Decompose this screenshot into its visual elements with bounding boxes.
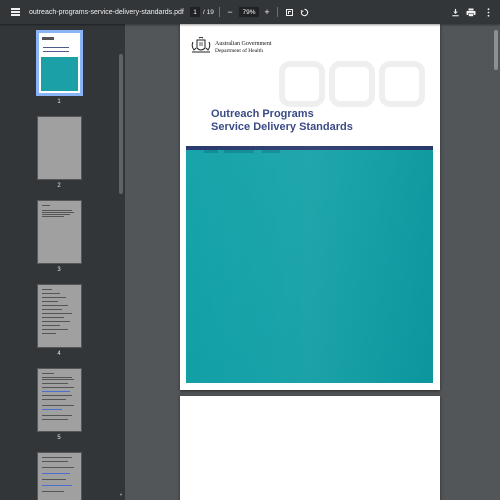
thumbnail-text-line	[42, 379, 74, 380]
pdf-page-1: Australian Government Department of Heal…	[180, 24, 440, 390]
thumbnail-link-line	[42, 409, 62, 410]
zoom-level-input[interactable]: 79%	[239, 7, 259, 17]
thumbnail-page-4[interactable]	[37, 284, 82, 348]
thumbnail-logo	[42, 37, 54, 40]
document-title: Outreach Programs Service Delivery Stand…	[211, 108, 353, 134]
thumbnail-text-line	[42, 216, 64, 217]
file-name: outreach-programs-service-delivery-stand…	[29, 8, 184, 16]
thumbnail-text-line	[42, 373, 54, 374]
print-icon[interactable]	[466, 0, 476, 24]
coat-of-arms-icon	[191, 37, 211, 53]
thumbnail-sidebar: 1 2 3 4 5 ▼	[0, 24, 125, 500]
thumbnail-number: 5	[57, 435, 61, 441]
thumbnail-text-line	[42, 212, 74, 213]
thumbnail-text-line	[42, 461, 68, 462]
thumbnail-text-line	[42, 415, 72, 416]
scroll-down-arrow-icon[interactable]: ▼	[119, 492, 123, 497]
thumbnail-page-5[interactable]	[37, 368, 82, 432]
thumbnail-text-line	[42, 405, 74, 406]
department-name: Department of Health	[215, 48, 263, 54]
thumbnail-number: 3	[57, 267, 61, 273]
page-total: / 19	[203, 8, 214, 16]
more-options-icon[interactable]	[484, 0, 492, 24]
thumbnail-text-line	[42, 467, 74, 468]
thumbnail-text-line	[42, 214, 70, 215]
thumbnail-text-line	[42, 383, 68, 384]
thumbnail-text-line	[42, 399, 66, 400]
thumbnail-text-line	[42, 309, 62, 310]
sidebar-scrollbar-thumb[interactable]	[119, 54, 123, 194]
thumbnail-page-6[interactable]	[37, 452, 82, 500]
document-title-line-2: Service Delivery Standards	[211, 121, 353, 133]
toolbar-divider	[277, 7, 278, 17]
thumbnail-link-line	[42, 485, 72, 486]
thumbnail-text-line	[42, 317, 64, 318]
government-name: Australian Government	[215, 41, 272, 47]
rotate-icon[interactable]	[299, 0, 309, 24]
thumbnail-text-line	[42, 387, 74, 388]
zoom-out-button[interactable]: −	[226, 0, 234, 24]
thumbnail-text-line	[42, 419, 68, 420]
thumbnail-text-line	[42, 457, 72, 458]
thumbnail-page-1[interactable]	[36, 30, 83, 96]
thumbnail-text-line	[42, 301, 58, 302]
fit-page-icon[interactable]	[284, 0, 294, 24]
thumbnail-text-line	[42, 491, 64, 492]
thumbnail-number: 4	[57, 351, 61, 357]
page-number-input[interactable]: 1	[190, 7, 200, 17]
teal-cover-band	[186, 146, 433, 383]
band-shading	[186, 146, 433, 383]
thumbnail-text-line	[42, 210, 72, 211]
thumbnail-number: 2	[57, 183, 61, 189]
thumbnail-text-line	[42, 297, 66, 298]
pdf-toolbar: outreach-programs-service-delivery-stand…	[0, 0, 500, 24]
menu-icon[interactable]	[8, 0, 22, 24]
thumbnail-text-line	[42, 325, 60, 326]
zoom-in-button[interactable]: +	[263, 0, 271, 24]
watermark-graphic	[279, 61, 425, 107]
main-scrollbar[interactable]	[492, 24, 500, 500]
thumbnail-text-line	[42, 395, 72, 396]
toolbar-divider	[219, 7, 220, 17]
thumbnail-text-line	[42, 289, 52, 290]
thumbnail-text-line	[42, 329, 68, 330]
thumbnail-link-line	[42, 473, 70, 474]
thumbnail-number: 1	[57, 99, 61, 105]
thumbnail-teal-band	[41, 57, 78, 91]
download-icon[interactable]	[450, 0, 460, 24]
thumbnail-text-line	[42, 377, 72, 378]
pdf-page-2	[180, 396, 440, 500]
thumbnail-text-line	[42, 321, 70, 322]
government-logo-text: Australian Government Department of Heal…	[215, 41, 271, 55]
thumbnail-link-line	[42, 391, 70, 392]
thumbnail-text-line	[42, 205, 50, 206]
document-title-line-1: Outreach Programs	[211, 108, 314, 120]
main-scrollbar-thumb[interactable]	[494, 30, 498, 70]
thumbnail-page-2[interactable]	[37, 116, 82, 180]
thumbnail-text-line	[42, 313, 72, 314]
thumbnail-text-line	[42, 293, 60, 294]
thumbnail-title	[43, 47, 69, 52]
thumbnail-text-line	[42, 479, 66, 480]
thumbnail-page-3[interactable]	[37, 200, 82, 264]
thumbnail-text-line	[42, 333, 56, 334]
thumbnail-text-line	[42, 305, 68, 306]
